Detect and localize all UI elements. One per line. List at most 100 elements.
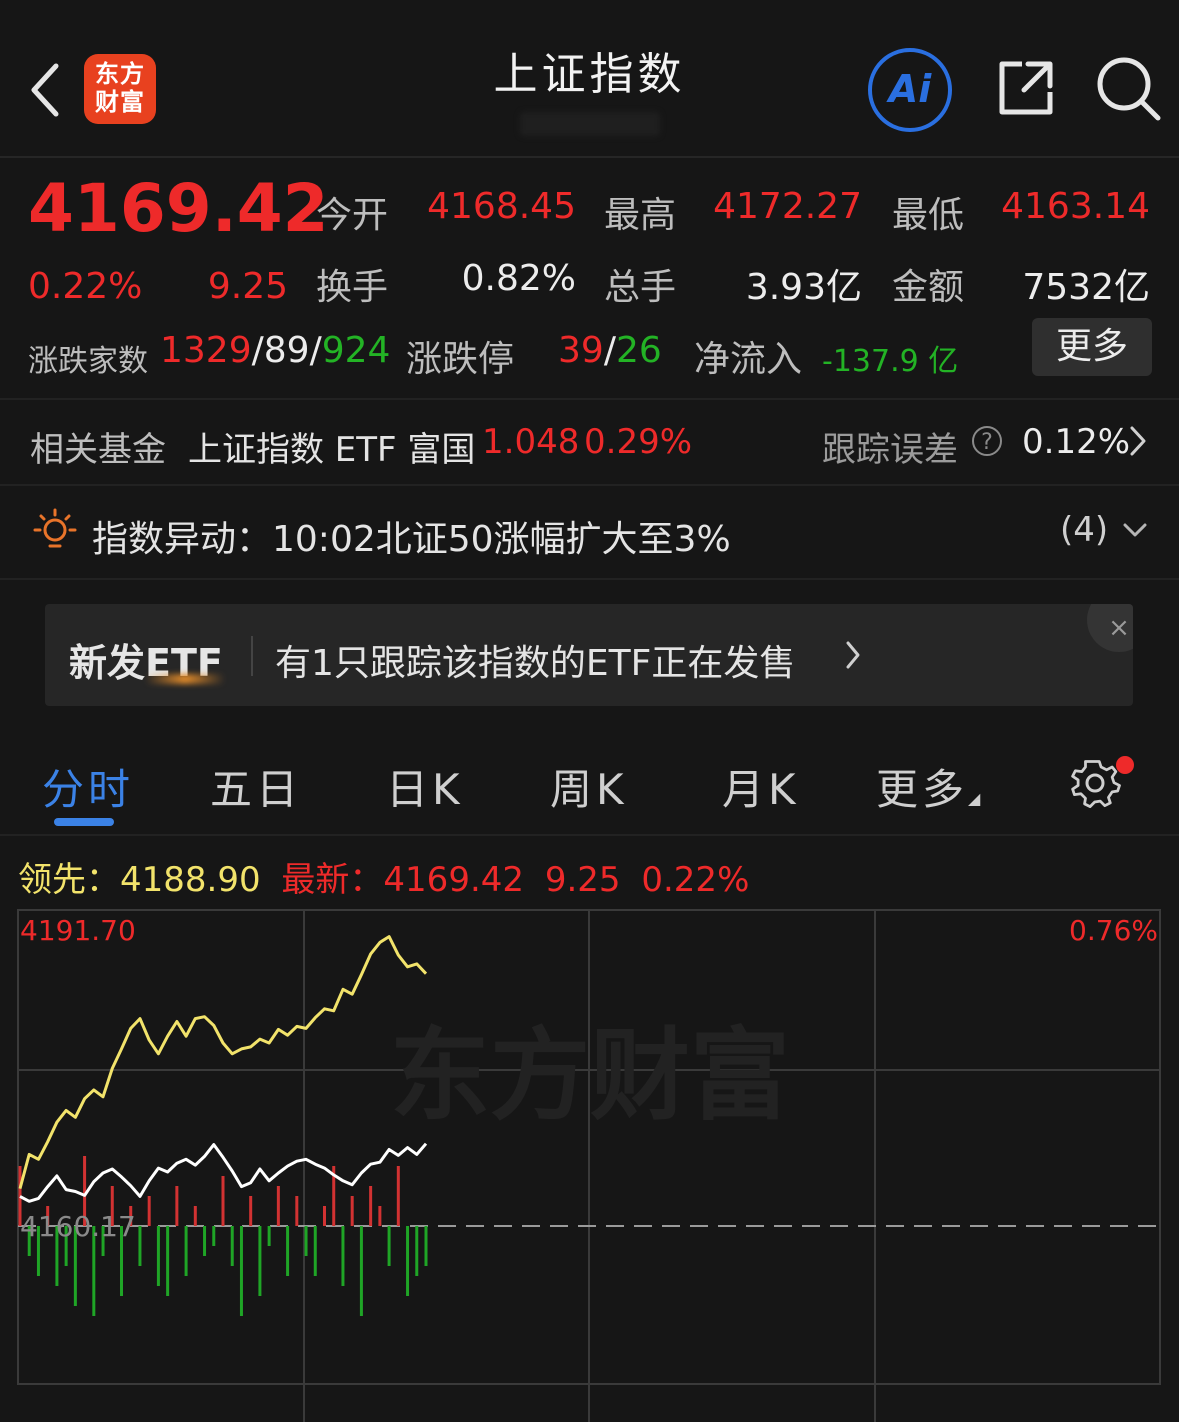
stat-value-volume: 3.93亿 [745, 267, 862, 308]
breadth-down: 924 [321, 330, 391, 371]
lead-index-line [18, 935, 428, 1189]
new-etf-banner[interactable]: 新发ETF 有1只跟踪该指数的ETF正在发售 × [45, 604, 1133, 706]
tab-more[interactable]: 更多◢ [876, 756, 980, 817]
netflow-value: -137.9 亿 [822, 344, 959, 379]
breadth-flat: 89 [263, 330, 310, 371]
volume-bar-up [221, 1176, 225, 1226]
subtitle-obscured [520, 112, 660, 136]
stat-value-amount: 7532亿 [1022, 267, 1150, 308]
volume-bar-up [295, 1196, 299, 1226]
tracking-error-label: 跟踪误差 [822, 430, 958, 470]
chart-info-line: 领先：4188.90 最新：4169.42 9.25 0.22% [18, 852, 749, 901]
fund-name[interactable]: 上证指数 ETF 富国 [188, 422, 475, 471]
volume-bar-down [415, 1226, 419, 1276]
right-axis-top-label: 0.76% [1069, 914, 1158, 947]
volume-bar-down [166, 1226, 170, 1296]
limit-label: 涨跌停 [406, 339, 515, 380]
volume-bar-up [350, 1196, 354, 1226]
alert-text: 指数异动：10:02北证50涨幅扩大至3% [92, 519, 731, 560]
stat-value-turnover: 0.82% [461, 258, 576, 299]
share-icon[interactable] [996, 58, 1056, 118]
intraday-chart[interactable]: 东方财富 4191.70 0.76% 4160.17 [0, 900, 1179, 1422]
watermark-text: 东方财富 [390, 1017, 790, 1134]
netflow-label: 净流入 [694, 339, 803, 380]
tab-daily-k[interactable]: 日K [386, 756, 464, 817]
volume-bar-up [369, 1186, 373, 1226]
stat-value-open: 4168.45 [427, 186, 576, 227]
volume-bar-down [184, 1226, 188, 1276]
help-icon[interactable]: ? [972, 426, 1002, 456]
volume-bar-down [203, 1226, 207, 1256]
volume-bar-up [323, 1206, 326, 1226]
tab-more-label: 更多 [876, 765, 969, 814]
volume-bar-down [267, 1226, 271, 1246]
top-nav-bar: 东方财富 上证指数 Ai [0, 0, 1179, 158]
volume-bar-down [156, 1226, 160, 1286]
tracking-error-value: 0.12% [1022, 422, 1131, 462]
volume-bar-up [276, 1186, 280, 1226]
chevron-right-icon [846, 641, 860, 669]
volume-bar-down [341, 1226, 345, 1286]
volume-bar-down [286, 1226, 290, 1276]
limit-down: 26 [615, 330, 662, 371]
volume-bar-down [406, 1226, 410, 1296]
breadth-label: 涨跌家数 [28, 344, 148, 379]
volume-bar-down [258, 1226, 262, 1296]
fund-change-percent: 0.29% [584, 422, 693, 462]
price-lines [18, 935, 428, 1203]
stat-label-open: 今开 [316, 195, 389, 236]
more-stats-button[interactable]: 更多 [1032, 318, 1152, 376]
divider [251, 636, 253, 676]
divider [0, 578, 1179, 580]
settings-gear-icon[interactable] [1068, 756, 1122, 810]
tab-intraday[interactable]: 分时 [42, 756, 134, 817]
volume-bar-down [230, 1226, 234, 1266]
stat-label-amount: 金额 [892, 267, 965, 308]
chevron-down-icon[interactable] [1122, 520, 1148, 540]
volume-bar-down [212, 1226, 216, 1246]
stat-label-turnover: 换手 [316, 267, 389, 308]
volume-bar-up [193, 1206, 197, 1226]
breadth-up: 1329 [160, 330, 252, 371]
volume-bar-down [138, 1226, 142, 1266]
chart-grid [17, 909, 1161, 1422]
change-percent: 0.22% [28, 266, 143, 307]
ai-assistant-button[interactable]: Ai [868, 48, 952, 132]
latest-percent: 0.22% [641, 860, 750, 900]
close-icon[interactable]: × [1087, 604, 1133, 652]
volume-bar-down [387, 1226, 391, 1266]
volume-bar-down [239, 1226, 243, 1316]
fund-price: 1.048 [482, 422, 580, 462]
active-tab-indicator [54, 818, 114, 826]
limit-up: 39 [558, 330, 604, 371]
volume-bar-up [396, 1166, 400, 1226]
stat-value-high: 4172.27 [713, 186, 862, 227]
volume-bar-down [304, 1226, 308, 1256]
y-axis-top-label: 4191.70 [20, 914, 136, 947]
breadth-values: 1329/89/924 [160, 330, 390, 371]
tab-monthly-k[interactable]: 月K [722, 756, 800, 817]
notification-dot [1116, 756, 1134, 774]
tab-weekly-k[interactable]: 周K [550, 756, 628, 817]
volume-bar-down [313, 1226, 317, 1276]
current-price: 4169.42 [28, 170, 329, 247]
y-axis-base-label: 4160.17 [20, 1210, 136, 1243]
change-value: 9.25 [207, 266, 288, 307]
volume-bar-down [424, 1226, 428, 1266]
tab-five-day[interactable]: 五日 [210, 756, 302, 817]
chevron-right-icon[interactable] [1128, 424, 1148, 458]
lead-value: 4188.90 [120, 860, 261, 900]
search-icon[interactable] [1096, 56, 1162, 122]
lead-label: 领先： [18, 860, 120, 900]
volume-bar-up [147, 1196, 151, 1226]
latest-value: 4169.42 [383, 860, 525, 900]
lightbulb-icon [33, 508, 77, 548]
breadth-sep: / [251, 330, 264, 371]
volume-bar-down [359, 1226, 363, 1316]
stat-label-high: 最高 [604, 195, 677, 236]
volume-bar-up [249, 1196, 253, 1226]
latest-label: 最新： [281, 860, 384, 900]
etf-tag-glow [145, 674, 225, 684]
volume-bar-up [175, 1186, 179, 1226]
breadth-sep: / [309, 330, 322, 371]
